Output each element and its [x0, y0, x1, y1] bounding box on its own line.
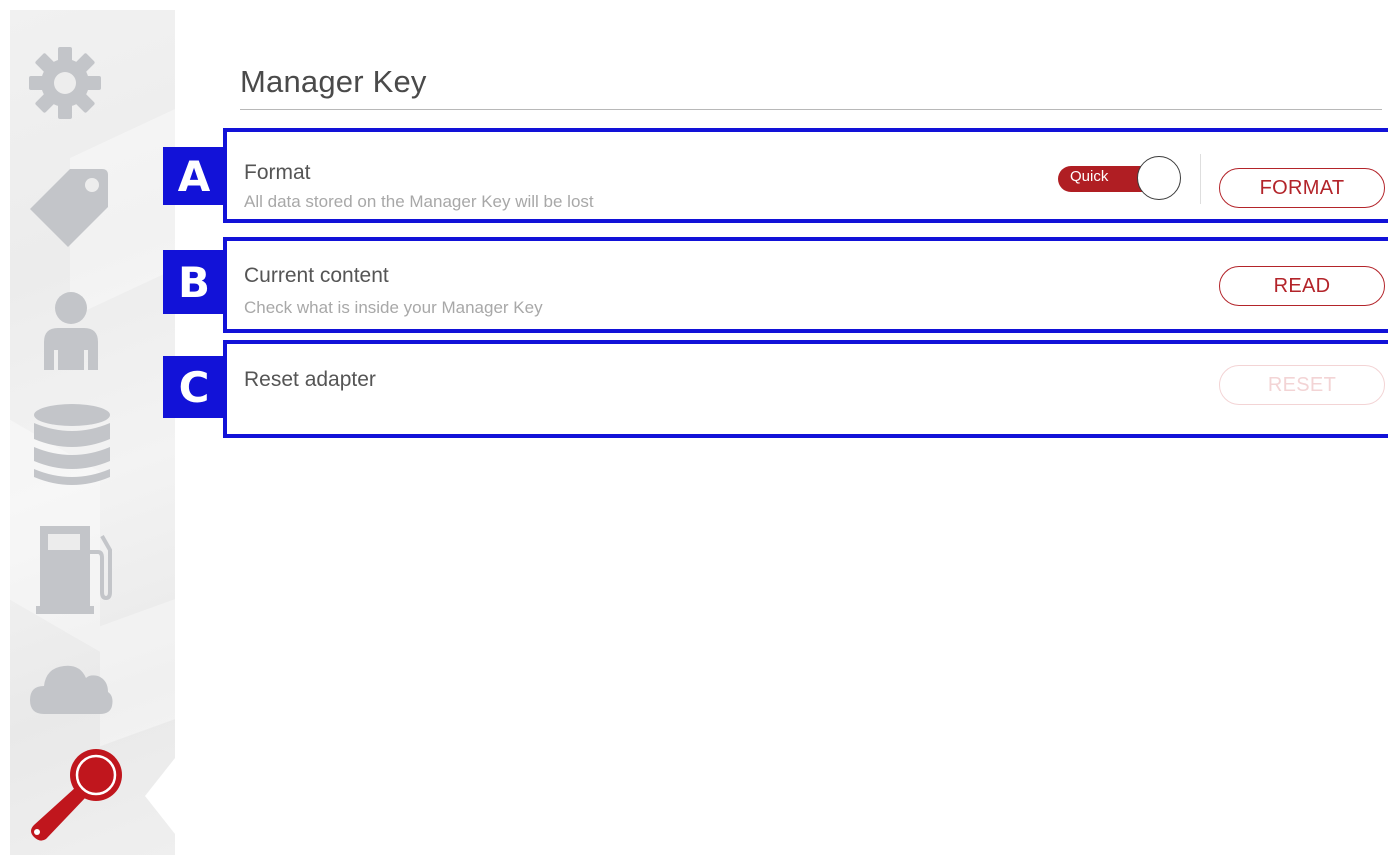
sidebar-item-settings[interactable] [10, 38, 175, 128]
fuel-pump-icon [36, 522, 116, 614]
format-button[interactable]: FORMAT [1219, 168, 1385, 208]
user-icon [36, 290, 106, 370]
sidebar-item-manager-key[interactable] [10, 740, 175, 850]
row-marker-a: A [163, 147, 225, 205]
sidebar-item-users[interactable] [10, 280, 175, 380]
format-separator [1200, 154, 1201, 204]
reset-adapter-title: Reset adapter [244, 368, 376, 391]
format-description: All data stored on the Manager Key will … [244, 192, 594, 211]
sidebar-item-cloud[interactable] [10, 646, 175, 726]
active-indicator [145, 758, 175, 834]
sidebar [10, 10, 175, 855]
title-divider [240, 109, 1382, 110]
gear-icon [28, 46, 102, 120]
manager-key-icon [24, 745, 124, 845]
database-icon [32, 403, 112, 487]
sidebar-item-database[interactable] [10, 400, 175, 490]
format-row: Format All data stored on the Manager Ke… [223, 128, 1388, 223]
cloud-icon [28, 656, 114, 716]
current-content-description: Check what is inside your Manager Key [244, 298, 543, 317]
toggle-knob [1137, 156, 1181, 200]
quick-format-toggle[interactable]: Quick [1058, 155, 1184, 200]
format-title: Format [244, 161, 311, 184]
current-content-row: Current content Check what is inside you… [223, 237, 1388, 333]
toggle-label: Quick [1070, 168, 1109, 185]
reset-adapter-row: Reset adapter RESET [223, 340, 1388, 438]
app-window: Manager Key A Format All data stored on … [0, 0, 1388, 855]
current-content-title: Current content [244, 264, 389, 287]
sidebar-item-fuel[interactable] [10, 518, 175, 618]
tag-icon [26, 165, 112, 251]
read-button[interactable]: READ [1219, 266, 1385, 306]
row-marker-c: C [163, 356, 225, 418]
row-marker-b: B [163, 250, 225, 314]
page-title: Manager Key [240, 64, 427, 99]
reset-button[interactable]: RESET [1219, 365, 1385, 405]
sidebar-item-tags[interactable] [10, 158, 175, 258]
